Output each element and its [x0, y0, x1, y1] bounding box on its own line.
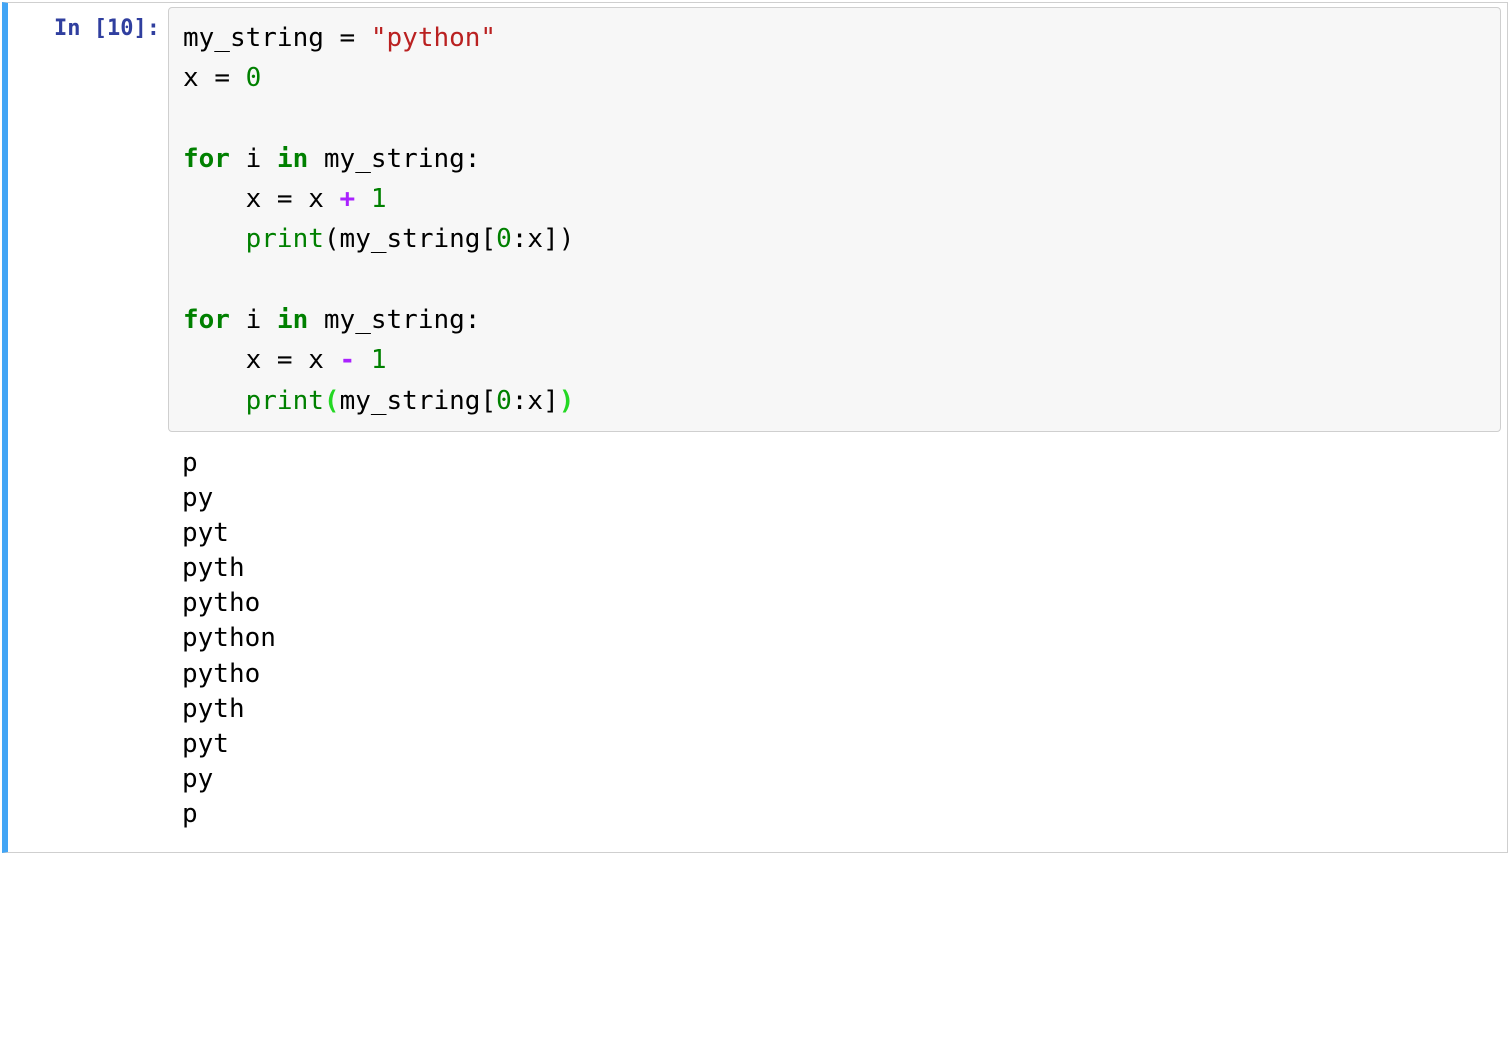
code-token	[183, 224, 246, 254]
code-token	[183, 386, 246, 416]
prompt-label: In	[54, 16, 81, 41]
output-line: pyth	[182, 551, 1493, 586]
output-line: p	[182, 446, 1493, 481]
code-token: (my_string[	[324, 224, 496, 254]
code-token: -	[340, 345, 356, 375]
code-token: =	[277, 184, 293, 214]
code-token: for	[183, 305, 230, 335]
code-token	[355, 345, 371, 375]
code-token: for	[183, 144, 230, 174]
code-token: my_string	[183, 23, 340, 53]
code-token: in	[277, 305, 308, 335]
output-line: py	[182, 481, 1493, 516]
code-token: i	[230, 144, 277, 174]
code-token: i	[230, 305, 277, 335]
code-token: =	[214, 63, 230, 93]
input-prompt: In [10]:	[8, 3, 168, 852]
code-token: +	[340, 184, 356, 214]
output-line: pyth	[182, 692, 1493, 727]
code-token: 0	[496, 386, 512, 416]
code-token: 1	[371, 184, 387, 214]
code-token: =	[277, 345, 293, 375]
code-token	[230, 63, 246, 93]
code-token: x	[183, 63, 214, 93]
code-token: :x])	[512, 224, 575, 254]
code-editor[interactable]: my_string = "python" x = 0 for i in my_s…	[183, 18, 1486, 421]
code-token: x	[293, 345, 340, 375]
cell-output: ppypytpythpythopythonpythopythpytpyp	[168, 438, 1507, 852]
code-token: print	[246, 386, 324, 416]
code-token: 1	[371, 345, 387, 375]
output-line: pyt	[182, 516, 1493, 551]
code-token: in	[277, 144, 308, 174]
cell-content: my_string = "python" x = 0 for i in my_s…	[168, 3, 1507, 852]
output-line: pyt	[182, 727, 1493, 762]
code-token: x	[183, 184, 277, 214]
code-token: "python"	[371, 23, 496, 53]
output-line: python	[182, 621, 1493, 656]
code-token: my_string[	[340, 386, 497, 416]
code-token	[355, 184, 371, 214]
code-input-area[interactable]: my_string = "python" x = 0 for i in my_s…	[168, 7, 1501, 432]
code-token: 0	[246, 63, 262, 93]
notebook-code-cell[interactable]: In [10]: my_string = "python" x = 0 for …	[2, 2, 1508, 853]
prompt-number: 10	[107, 16, 134, 41]
code-token: :x]	[512, 386, 559, 416]
code-token: 0	[496, 224, 512, 254]
code-token: my_string:	[308, 305, 480, 335]
code-token: x	[183, 345, 277, 375]
code-token: =	[340, 23, 356, 53]
output-line: pytho	[182, 657, 1493, 692]
output-line: pytho	[182, 586, 1493, 621]
code-token: (	[324, 386, 340, 416]
code-token: my_string:	[308, 144, 480, 174]
code-token: )	[559, 386, 575, 416]
output-line: py	[182, 762, 1493, 797]
code-token: print	[246, 224, 324, 254]
output-line: p	[182, 797, 1493, 832]
code-token: x	[293, 184, 340, 214]
code-token	[355, 23, 371, 53]
code-token	[183, 265, 246, 295]
